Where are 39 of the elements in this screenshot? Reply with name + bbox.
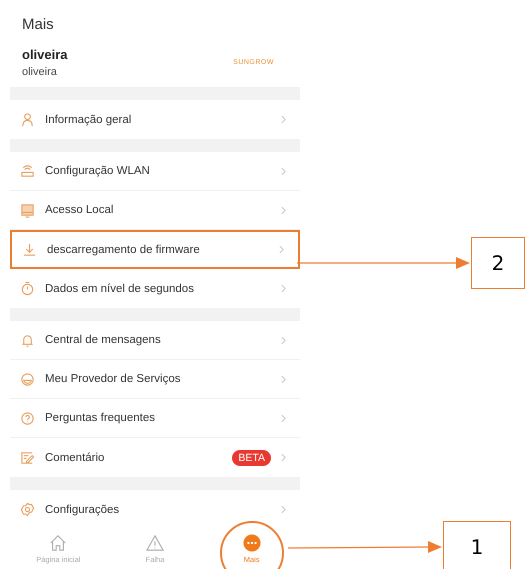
chevron-icon <box>281 166 286 176</box>
menu-item[interactable]: Comentário BETA <box>10 438 300 477</box>
page-title: Mais <box>22 16 55 33</box>
router-icon <box>20 164 35 178</box>
menu-item[interactable]: descarregamento de firmware <box>10 230 300 269</box>
chevron-icon <box>281 374 286 384</box>
chevron-icon <box>279 245 284 254</box>
menu-item[interactable]: Acesso Local <box>10 191 300 230</box>
user-account: oliveira <box>22 66 58 78</box>
chevron-icon <box>281 414 286 422</box>
menu-item[interactable]: Informação geral <box>10 100 300 139</box>
beta-badge: BETA <box>232 450 271 466</box>
more-icon <box>242 534 261 552</box>
home-icon <box>49 534 68 552</box>
chevron-icon <box>281 284 286 293</box>
stopwatch-icon <box>20 281 35 296</box>
chevron-icon <box>281 336 286 344</box>
chevron-icon <box>281 115 286 124</box>
menu-item[interactable]: Configurações <box>10 490 300 529</box>
callout-label: 2 <box>471 237 525 289</box>
chevron-icon <box>281 453 286 462</box>
edit-icon <box>20 450 35 465</box>
person-icon <box>20 112 35 127</box>
bell-icon <box>20 332 35 348</box>
menu-item[interactable]: Central de mensagens <box>10 321 300 360</box>
menu-item[interactable]: Perguntas frequentes <box>10 399 300 438</box>
warning-icon <box>146 534 164 552</box>
menu-item[interactable]: Dados em nível de segundos <box>10 269 300 308</box>
chevron-icon <box>281 505 286 514</box>
download-icon <box>22 242 37 257</box>
user-name: oliveira <box>22 47 68 62</box>
settings-icon <box>20 502 35 517</box>
menu-item[interactable]: Configuração WLAN <box>10 152 300 191</box>
chevron-icon <box>281 206 286 214</box>
face-icon <box>20 372 35 386</box>
question-icon <box>20 410 35 426</box>
menu-item[interactable]: Meu Provedor de Serviços <box>10 360 300 399</box>
monitor-icon <box>20 202 35 218</box>
callout-label: 1 <box>443 521 511 569</box>
